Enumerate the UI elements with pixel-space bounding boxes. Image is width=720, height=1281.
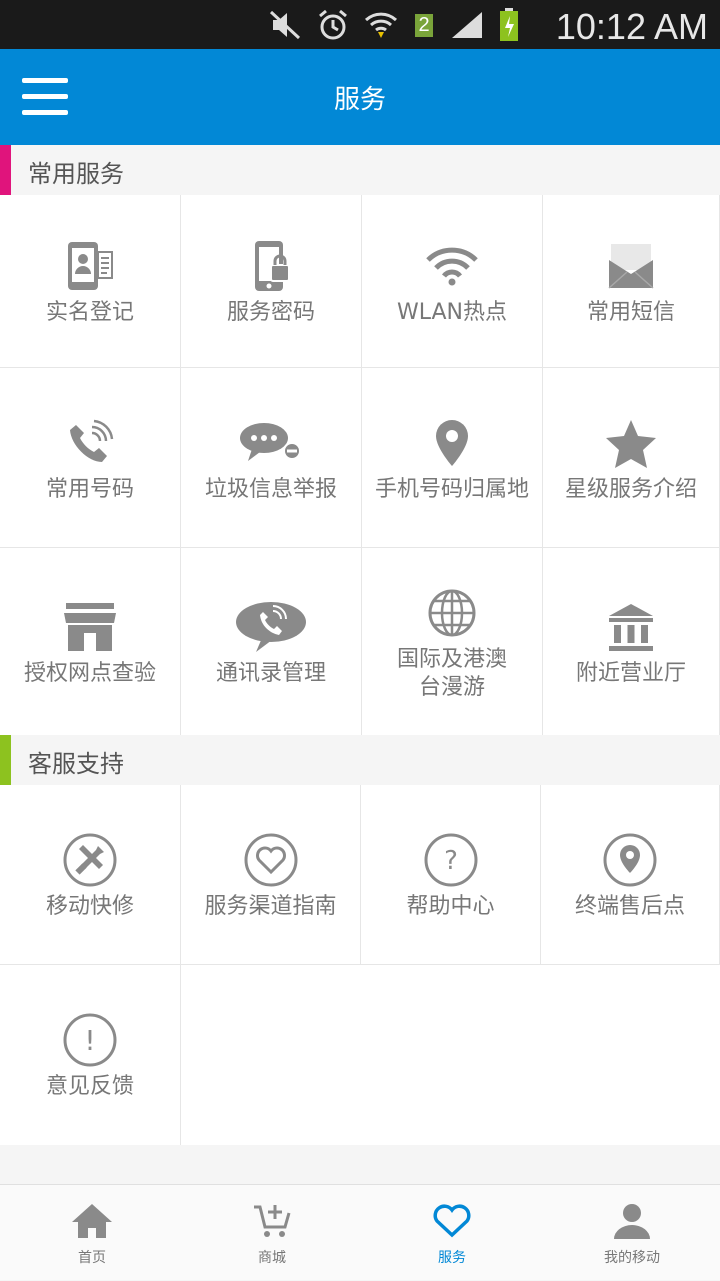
support-grid: 移动快修 服务渠道指南 ? 帮助中心 终端售后点 ! 意见反馈: [0, 785, 720, 1145]
service-label: 实名登记: [45, 300, 134, 325]
nav-service[interactable]: 服务: [362, 1185, 542, 1281]
pin-circle-icon: [590, 829, 670, 891]
service-label: 终端售后点: [574, 893, 685, 919]
mute-icon: [268, 8, 302, 42]
service-authorized-outlet[interactable]: 授权网点查验: [0, 548, 181, 735]
service-label: 垃圾信息举报: [204, 476, 337, 502]
shop-icon: [50, 596, 130, 658]
service-label: 通讯录管理: [215, 660, 326, 686]
service-contacts[interactable]: 通讯录管理: [181, 548, 362, 735]
section-accent: [0, 145, 11, 195]
nav-label: 首页: [78, 1250, 106, 1266]
section-title: 常用服务: [28, 160, 124, 188]
phone-lock-icon: [231, 235, 311, 297]
heart-icon: [427, 1199, 477, 1243]
support-channel-guide[interactable]: 服务渠道指南: [181, 785, 361, 965]
section-accent: [0, 735, 11, 785]
page-title: 服务: [333, 85, 386, 115]
nav-home[interactable]: 首页: [2, 1185, 182, 1281]
service-common-numbers[interactable]: 常用号码: [0, 368, 181, 548]
sim-badge-icon: 2: [412, 8, 436, 42]
service-label: 移动快修: [45, 893, 134, 919]
nav-mall[interactable]: 商城: [182, 1185, 362, 1281]
id-card-icon: [50, 235, 130, 297]
service-number-location[interactable]: 手机号码归属地: [362, 368, 543, 548]
app-bar: 服务: [0, 49, 720, 145]
bottom-nav: 首页 商城 服务 我的移动: [0, 1184, 720, 1280]
nav-label: 我的移动: [604, 1250, 660, 1266]
user-icon: [607, 1199, 657, 1243]
service-spam-report[interactable]: 垃圾信息举报: [181, 368, 362, 548]
service-wlan[interactable]: WLAN热点: [362, 195, 543, 368]
service-label: 常用号码: [45, 476, 134, 502]
service-label: 星级服务介绍: [564, 476, 697, 502]
section-title: 客服支持: [28, 750, 124, 778]
support-feedback[interactable]: ! 意见反馈: [0, 965, 181, 1145]
phone-bubble-icon: [231, 596, 311, 658]
section-common: 常用服务: [0, 145, 720, 195]
question-circle-icon: ?: [411, 829, 491, 891]
support-quick-repair[interactable]: 移动快修: [0, 785, 181, 965]
nav-label: 服务: [438, 1250, 466, 1266]
service-label: 手机号码归属地: [374, 476, 529, 502]
service-sms[interactable]: 常用短信: [543, 195, 720, 368]
service-label: 帮助中心: [406, 893, 495, 919]
cart-icon: [247, 1199, 297, 1243]
common-services-grid: 实名登记 服务密码 WLAN热点 常用短信 常用号码 垃圾信息举报 手机号码归属…: [0, 195, 720, 735]
status-bar: 2 10:12 AM: [0, 0, 720, 49]
service-label: 常用短信: [586, 300, 675, 325]
service-label-line1: 国际及港澳: [396, 646, 507, 672]
service-star-level[interactable]: 星级服务介绍: [543, 368, 720, 548]
service-roaming[interactable]: 国际及港澳 台漫游: [362, 548, 543, 735]
svg-text:?: ?: [444, 846, 458, 876]
tools-icon: [50, 829, 130, 891]
status-icons: 2: [268, 6, 520, 44]
service-label: 附近营业厅: [575, 660, 686, 686]
phone-call-icon: [50, 412, 130, 474]
service-label: WLAN热点: [396, 300, 508, 325]
bank-icon: [591, 596, 671, 658]
signal-icon: [450, 8, 484, 42]
section-support: 客服支持: [0, 735, 720, 785]
wifi-icon: [412, 235, 492, 297]
service-label: 服务密码: [226, 300, 315, 325]
service-label: 授权网点查验: [23, 660, 156, 686]
support-help-center[interactable]: ? 帮助中心: [361, 785, 541, 965]
service-password[interactable]: 服务密码: [181, 195, 362, 368]
service-label: 服务渠道指南: [204, 893, 337, 919]
nav-label: 商城: [258, 1250, 286, 1266]
service-label: 意见反馈: [45, 1074, 134, 1099]
nav-my-mobile[interactable]: 我的移动: [542, 1185, 720, 1281]
home-icon: [67, 1199, 117, 1243]
service-nearby-hall[interactable]: 附近营业厅: [543, 548, 720, 735]
alarm-icon: [316, 8, 350, 42]
wifi-status-icon: [364, 8, 398, 42]
heart-circle-icon: [231, 829, 311, 891]
service-label-line2: 台漫游: [418, 674, 485, 700]
svg-text:!: !: [84, 1024, 95, 1057]
support-aftersales[interactable]: 终端售后点: [541, 785, 720, 965]
battery-icon: [498, 8, 520, 42]
star-icon: [591, 412, 671, 474]
globe-icon: [412, 582, 492, 644]
service-realname[interactable]: 实名登记: [0, 195, 181, 368]
location-pin-icon: [412, 412, 492, 474]
chat-block-icon: [231, 412, 311, 474]
exclamation-circle-icon: !: [50, 1009, 130, 1071]
status-time: 10:12 AM: [555, 6, 708, 47]
envelope-icon: [591, 235, 671, 297]
